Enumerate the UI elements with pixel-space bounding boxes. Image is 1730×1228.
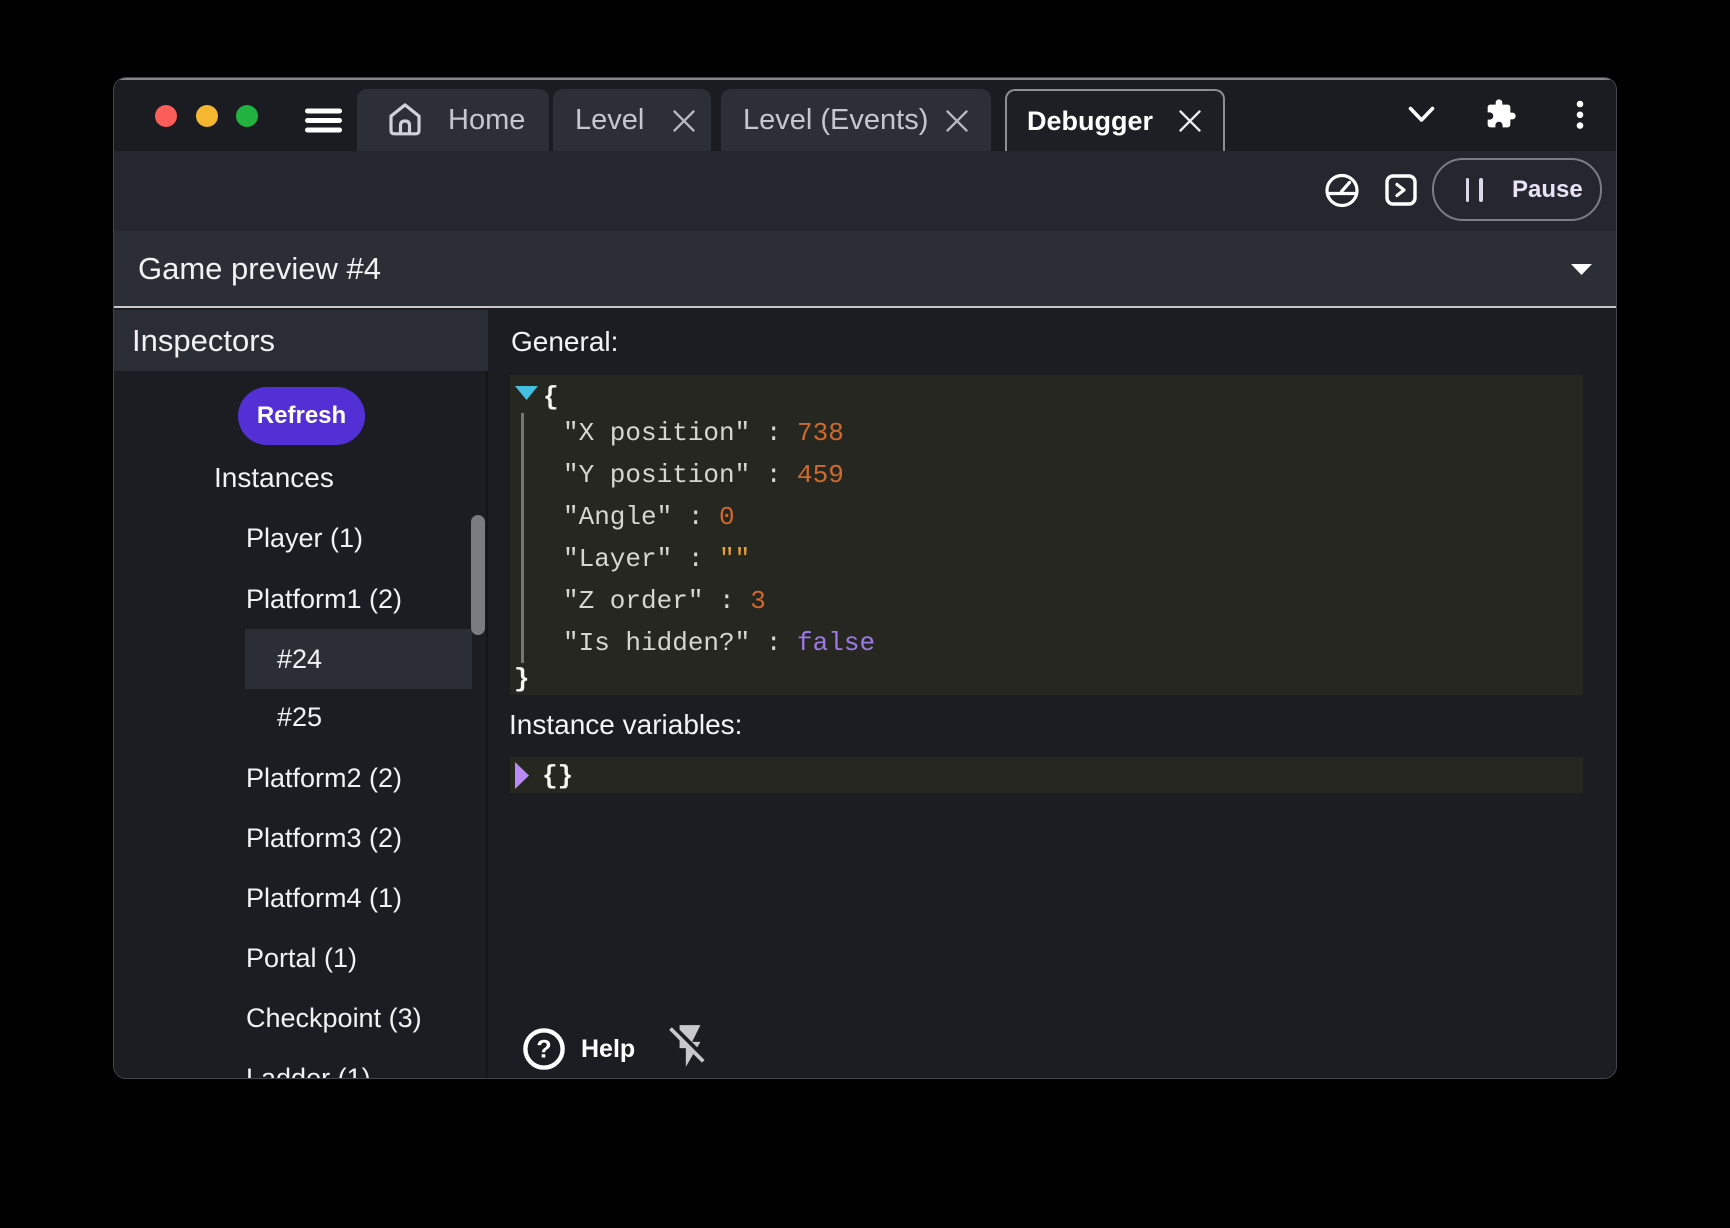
svg-text:?: ?	[536, 1036, 551, 1064]
